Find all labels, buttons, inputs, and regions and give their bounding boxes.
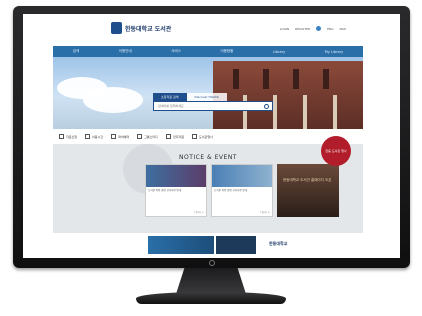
nav-item-library[interactable]: Library bbox=[273, 50, 285, 54]
notice-card[interactable]: 도서관 이용 관련 공지사항 안내 더보기 + bbox=[145, 164, 207, 217]
quick-link-request[interactable]: 자료신청 bbox=[59, 134, 77, 139]
monitor-stand-base bbox=[136, 292, 286, 304]
language-icon[interactable] bbox=[316, 26, 322, 31]
card-text: 도서관 이용 관련 공지사항 안내 bbox=[148, 189, 182, 192]
main-navigation: 검색 이용안내 서비스 이용현황 Library My Library bbox=[53, 46, 363, 57]
util-link-map[interactable]: MAP bbox=[340, 27, 346, 31]
cloud-shape bbox=[83, 87, 143, 113]
quick-links-bar: 자료신청 이용시간 좌석예약 그룹스터디 전자자원 도서관행사 bbox=[53, 129, 363, 144]
quick-link-seat[interactable]: 좌석예약 bbox=[111, 134, 129, 139]
monitor-stand-neck bbox=[176, 268, 246, 294]
quick-link-events[interactable]: 도서관행사 bbox=[192, 134, 213, 139]
nav-item-guide[interactable]: 이용안내 bbox=[119, 49, 132, 54]
event-badge[interactable]: 한동 도서관 행사 bbox=[321, 136, 351, 166]
card-text: 도서관 이용 관련 공지사항 안내 bbox=[214, 189, 248, 192]
monitor-frame: 한동대학교 도서관 LOGIN REGISTER ENG MAP 검색 이용안내… bbox=[13, 6, 410, 268]
photo-caption: 한동대학교 도서관 홈페이지 오픈 bbox=[283, 178, 332, 182]
search-icon[interactable] bbox=[264, 104, 269, 109]
calendar-icon bbox=[192, 134, 197, 139]
footer-banner[interactable] bbox=[148, 236, 214, 254]
site-header: 한동대학교 도서관 LOGIN REGISTER ENG MAP bbox=[23, 14, 400, 45]
search-tabs: 소장자료 검색 Discover HGUlib bbox=[153, 93, 227, 101]
card-thumbnail bbox=[212, 165, 272, 187]
site-logo[interactable]: 한동대학교 도서관 bbox=[111, 22, 171, 34]
quick-link-group-study[interactable]: 그룹스터디 bbox=[137, 134, 158, 139]
footer-banner[interactable] bbox=[216, 236, 256, 254]
more-link[interactable]: 더보기 + bbox=[194, 210, 204, 214]
group-icon bbox=[137, 134, 143, 139]
footer-university-name: 한동대학교 bbox=[269, 241, 288, 246]
quick-link-hours[interactable]: 이용시간 bbox=[85, 134, 103, 139]
search-input[interactable] bbox=[158, 104, 258, 108]
util-link-eng[interactable]: ENG bbox=[327, 27, 333, 31]
logo-text: 한동대학교 도서관 bbox=[125, 25, 172, 33]
footer-banners: 한동대학교 bbox=[53, 233, 363, 258]
more-link[interactable]: 더보기 + bbox=[260, 210, 270, 214]
power-button-icon bbox=[209, 260, 215, 266]
library-building-image bbox=[213, 61, 363, 129]
quick-link-eresource[interactable]: 전자자원 bbox=[165, 134, 184, 139]
notice-event-section: NOTICE & EVENT 도서관 이용 관련 공지사항 안내 더보기 + 도… bbox=[53, 144, 363, 233]
search-bar bbox=[153, 101, 273, 111]
tab-collection-search[interactable]: 소장자료 검색 bbox=[153, 93, 187, 101]
notice-card[interactable]: 도서관 이용 관련 공지사항 안내 더보기 + bbox=[211, 164, 273, 217]
section-title: NOTICE & EVENT bbox=[179, 154, 237, 161]
logo-emblem-icon bbox=[111, 22, 122, 34]
event-photo-card[interactable]: 한동대학교 도서관 홈페이지 오픈 bbox=[277, 164, 339, 217]
card-thumbnail bbox=[146, 165, 206, 187]
monitor-screen: 한동대학교 도서관 LOGIN REGISTER ENG MAP 검색 이용안내… bbox=[23, 14, 400, 258]
nav-item-my-library[interactable]: My Library bbox=[325, 50, 343, 54]
utility-links: LOGIN REGISTER ENG MAP bbox=[280, 26, 346, 31]
notice-cards: 도서관 이용 관련 공지사항 안내 더보기 + 도서관 이용 관련 공지사항 안… bbox=[145, 164, 339, 217]
seat-icon bbox=[111, 134, 117, 139]
util-link-login[interactable]: LOGIN bbox=[280, 27, 289, 31]
nav-item-search[interactable]: 검색 bbox=[73, 49, 79, 54]
clock-icon bbox=[85, 134, 91, 139]
nav-item-status[interactable]: 이용현황 bbox=[220, 49, 233, 54]
hero-banner: 소장자료 검색 Discover HGUlib bbox=[53, 57, 363, 129]
document-icon bbox=[59, 134, 64, 139]
nav-item-service[interactable]: 서비스 bbox=[171, 49, 181, 54]
tab-discover[interactable]: Discover HGUlib bbox=[186, 93, 227, 101]
util-link-register[interactable]: REGISTER bbox=[295, 27, 310, 31]
monitor-icon bbox=[165, 134, 171, 139]
